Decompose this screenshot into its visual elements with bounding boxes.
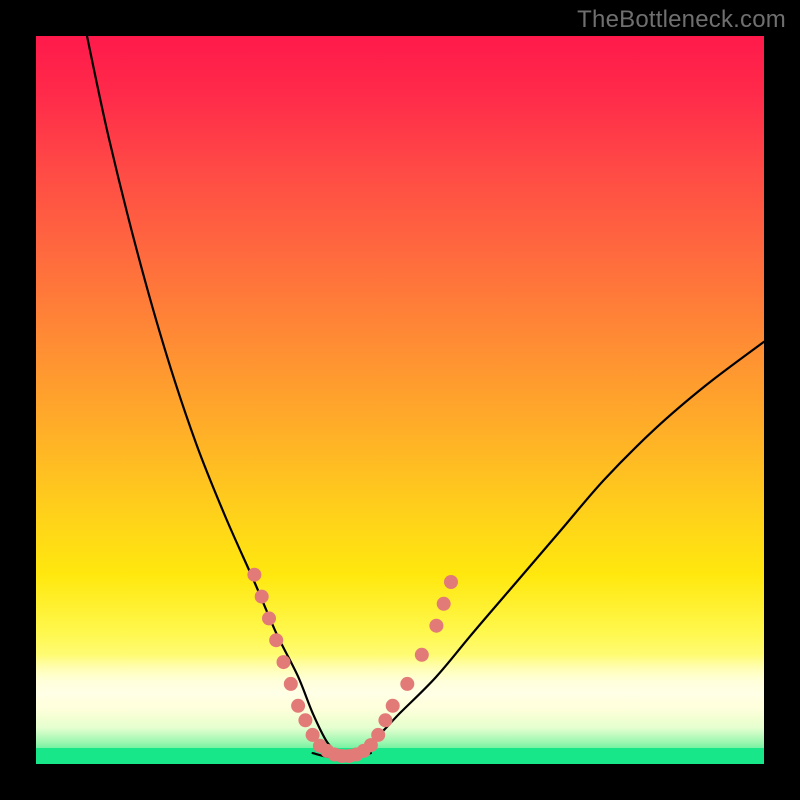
sample-dot — [415, 648, 429, 662]
chart-frame: TheBottleneck.com — [0, 0, 800, 800]
sample-dot — [269, 633, 283, 647]
sample-dot — [444, 575, 458, 589]
sample-dot — [255, 590, 269, 604]
watermark-text: TheBottleneck.com — [577, 6, 786, 34]
sample-dot — [437, 597, 451, 611]
sample-dot — [284, 677, 298, 691]
sample-dot — [277, 655, 291, 669]
plot-area — [36, 36, 764, 764]
sample-dot — [291, 699, 305, 713]
sample-dot — [378, 713, 392, 727]
sample-dot — [298, 713, 312, 727]
sample-dot — [247, 568, 261, 582]
sample-dot — [386, 699, 400, 713]
sample-dot — [371, 728, 385, 742]
curve-curve-right — [342, 342, 764, 757]
sample-dot — [429, 619, 443, 633]
curve-curve-left — [87, 36, 342, 757]
sample-dot — [262, 611, 276, 625]
sample-dot — [400, 677, 414, 691]
curve-layer — [36, 36, 764, 764]
